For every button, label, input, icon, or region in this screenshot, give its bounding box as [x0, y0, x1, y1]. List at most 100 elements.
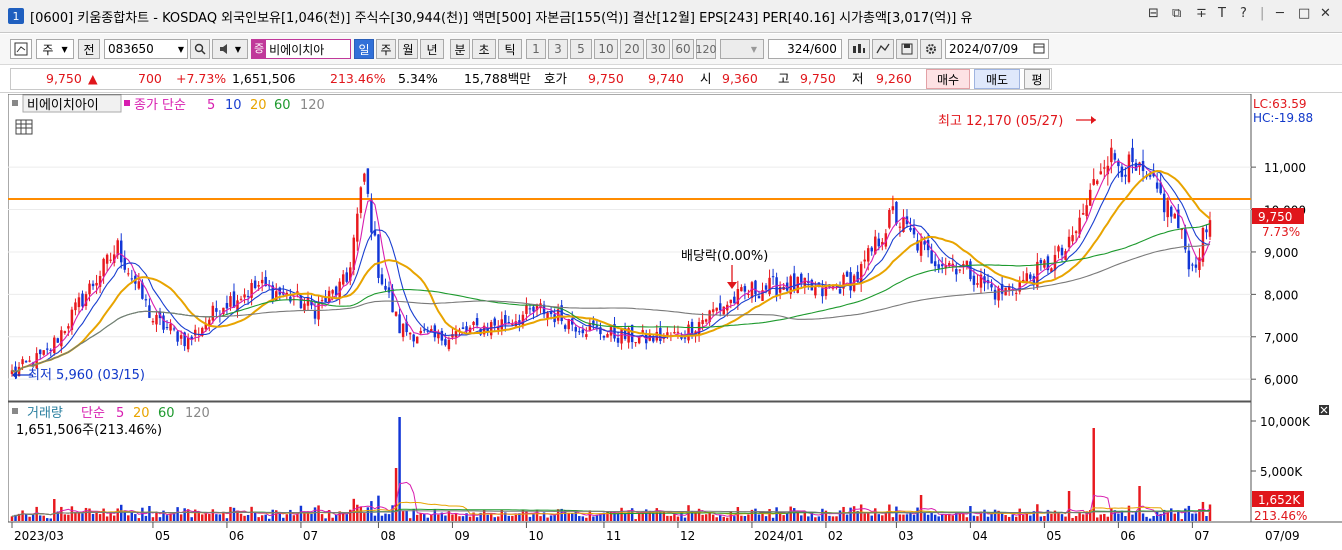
volume-bar	[77, 512, 81, 521]
volume-bar	[264, 514, 267, 521]
candle-body	[1067, 236, 1071, 248]
indicator-icon[interactable]	[848, 39, 870, 59]
volume-bar	[208, 513, 211, 521]
prev-button[interactable]: 전	[78, 39, 100, 59]
chart-area[interactable]: 11,00010,0009,0008,0007,0006,00010,000K5…	[7, 93, 1342, 547]
candle-body	[243, 294, 246, 298]
volume-bar	[165, 515, 169, 521]
sell-button[interactable]: 매도	[974, 69, 1020, 89]
tab-period-year[interactable]: 년	[420, 39, 444, 59]
data-count-field[interactable]: 324 /600	[768, 39, 842, 59]
stock-name-value: 비에이치아	[269, 42, 325, 57]
volume-y-tick-label: 10,000K	[1260, 415, 1311, 429]
candle-body	[715, 307, 718, 311]
candle-body	[683, 337, 687, 339]
drawing-tool-icon[interactable]	[872, 39, 894, 59]
candle-body	[800, 273, 803, 283]
data-count-max: /600	[809, 42, 837, 56]
x-tick-label: 2024/01	[754, 529, 804, 543]
volume-bar	[782, 515, 785, 521]
sound-alert-icon[interactable]: ▼	[212, 39, 248, 59]
interval-10[interactable]: 10	[594, 39, 618, 59]
volume-bar	[475, 517, 479, 521]
tab-period-minute[interactable]: 분	[450, 39, 470, 59]
gear-icon[interactable]	[920, 39, 942, 59]
candle-body	[1103, 167, 1106, 169]
chart-layout-icon[interactable]	[10, 39, 32, 59]
volume-bar	[683, 517, 687, 521]
y-tick-label: 7,000	[1264, 331, 1298, 345]
save-icon[interactable]	[896, 39, 918, 59]
pin-icon[interactable]: ∓	[1196, 6, 1207, 21]
volume-bar	[1022, 515, 1025, 521]
candle-body	[701, 320, 704, 325]
volume-bar	[578, 516, 581, 521]
calendar-icon[interactable]	[1033, 42, 1045, 57]
help-icon[interactable]: ?	[1240, 6, 1247, 21]
volume-bar	[151, 517, 155, 521]
volume-bar	[771, 517, 775, 521]
volume-bar	[842, 506, 845, 521]
stock-code-input[interactable]: 083650 ▼	[104, 39, 188, 59]
candle-body	[95, 282, 98, 286]
candle-body	[179, 335, 183, 339]
candle-body	[870, 247, 873, 252]
maximize-icon[interactable]: □	[1298, 6, 1310, 21]
average-price-button[interactable]: 평	[1024, 69, 1050, 89]
volume-bar	[1173, 513, 1176, 521]
current-price: 9,750	[46, 71, 82, 86]
tab-period-tick[interactable]: 틱	[498, 39, 522, 59]
volume-bar	[127, 515, 130, 521]
lc-label: LC:63.59	[1253, 97, 1306, 111]
restore-layout-icon[interactable]: ⊟	[1148, 6, 1159, 21]
volume-legend-ma-label: 단순	[81, 406, 105, 421]
market-select[interactable]: 주 ▼	[36, 39, 74, 59]
volume-bar	[183, 508, 186, 521]
volume-bar	[916, 507, 919, 521]
tab-period-month[interactable]: 월	[398, 39, 418, 59]
interval-60[interactable]: 60	[672, 39, 694, 59]
candle-body	[1060, 247, 1064, 256]
volume-bar	[144, 515, 148, 521]
window-tile-icon[interactable]: ⧉	[1172, 6, 1181, 21]
candle-body	[151, 320, 155, 323]
stock-name-field[interactable]: 증 비에이치아	[251, 39, 351, 59]
candle-body	[1071, 235, 1074, 242]
candle-body	[447, 339, 451, 350]
minimize-icon[interactable]: ─	[1276, 6, 1284, 21]
tab-period-week[interactable]: 주	[376, 39, 396, 59]
price-panel-frame	[7, 93, 1252, 402]
tab-period-day[interactable]: 일	[354, 39, 374, 59]
legend-stock-name: 비에이치아이	[27, 98, 99, 113]
candle-body	[1162, 193, 1166, 213]
candle-body	[440, 330, 444, 341]
buy-button[interactable]: 매수	[926, 69, 970, 89]
table-view-icon[interactable]	[15, 119, 33, 135]
search-icon[interactable]	[190, 39, 210, 59]
volume-bar	[141, 507, 144, 521]
volume-legend-ma-120: 120	[185, 406, 210, 421]
interval-3[interactable]: 3	[548, 39, 568, 59]
interval-1[interactable]: 1	[526, 39, 546, 59]
interval-120[interactable]: 120	[696, 39, 717, 59]
interval-5[interactable]: 5	[570, 39, 592, 59]
volume-bar	[726, 517, 729, 521]
interval-custom-select[interactable]: ▼	[720, 39, 764, 59]
candle-body	[380, 274, 384, 285]
stock-chart-svg[interactable]: 11,00010,0009,0008,0007,0006,00010,000K5…	[7, 93, 1342, 547]
font-size-icon[interactable]: T	[1218, 6, 1226, 21]
volume-bar	[179, 514, 183, 521]
candle-body	[257, 285, 260, 287]
tab-period-second[interactable]: 초	[472, 39, 496, 59]
candle-body	[363, 173, 366, 182]
volume-bar	[112, 515, 116, 521]
date-input[interactable]: 2024/07/09	[945, 39, 1049, 59]
candle-body	[778, 286, 782, 293]
volume-bar	[370, 501, 373, 521]
interval-20[interactable]: 20	[620, 39, 644, 59]
close-panel-icon[interactable]	[1319, 405, 1329, 415]
close-icon[interactable]: ✕	[1320, 6, 1331, 21]
y-tick-label: 6,000	[1264, 373, 1298, 387]
interval-30[interactable]: 30	[646, 39, 670, 59]
candle-body	[394, 311, 398, 316]
